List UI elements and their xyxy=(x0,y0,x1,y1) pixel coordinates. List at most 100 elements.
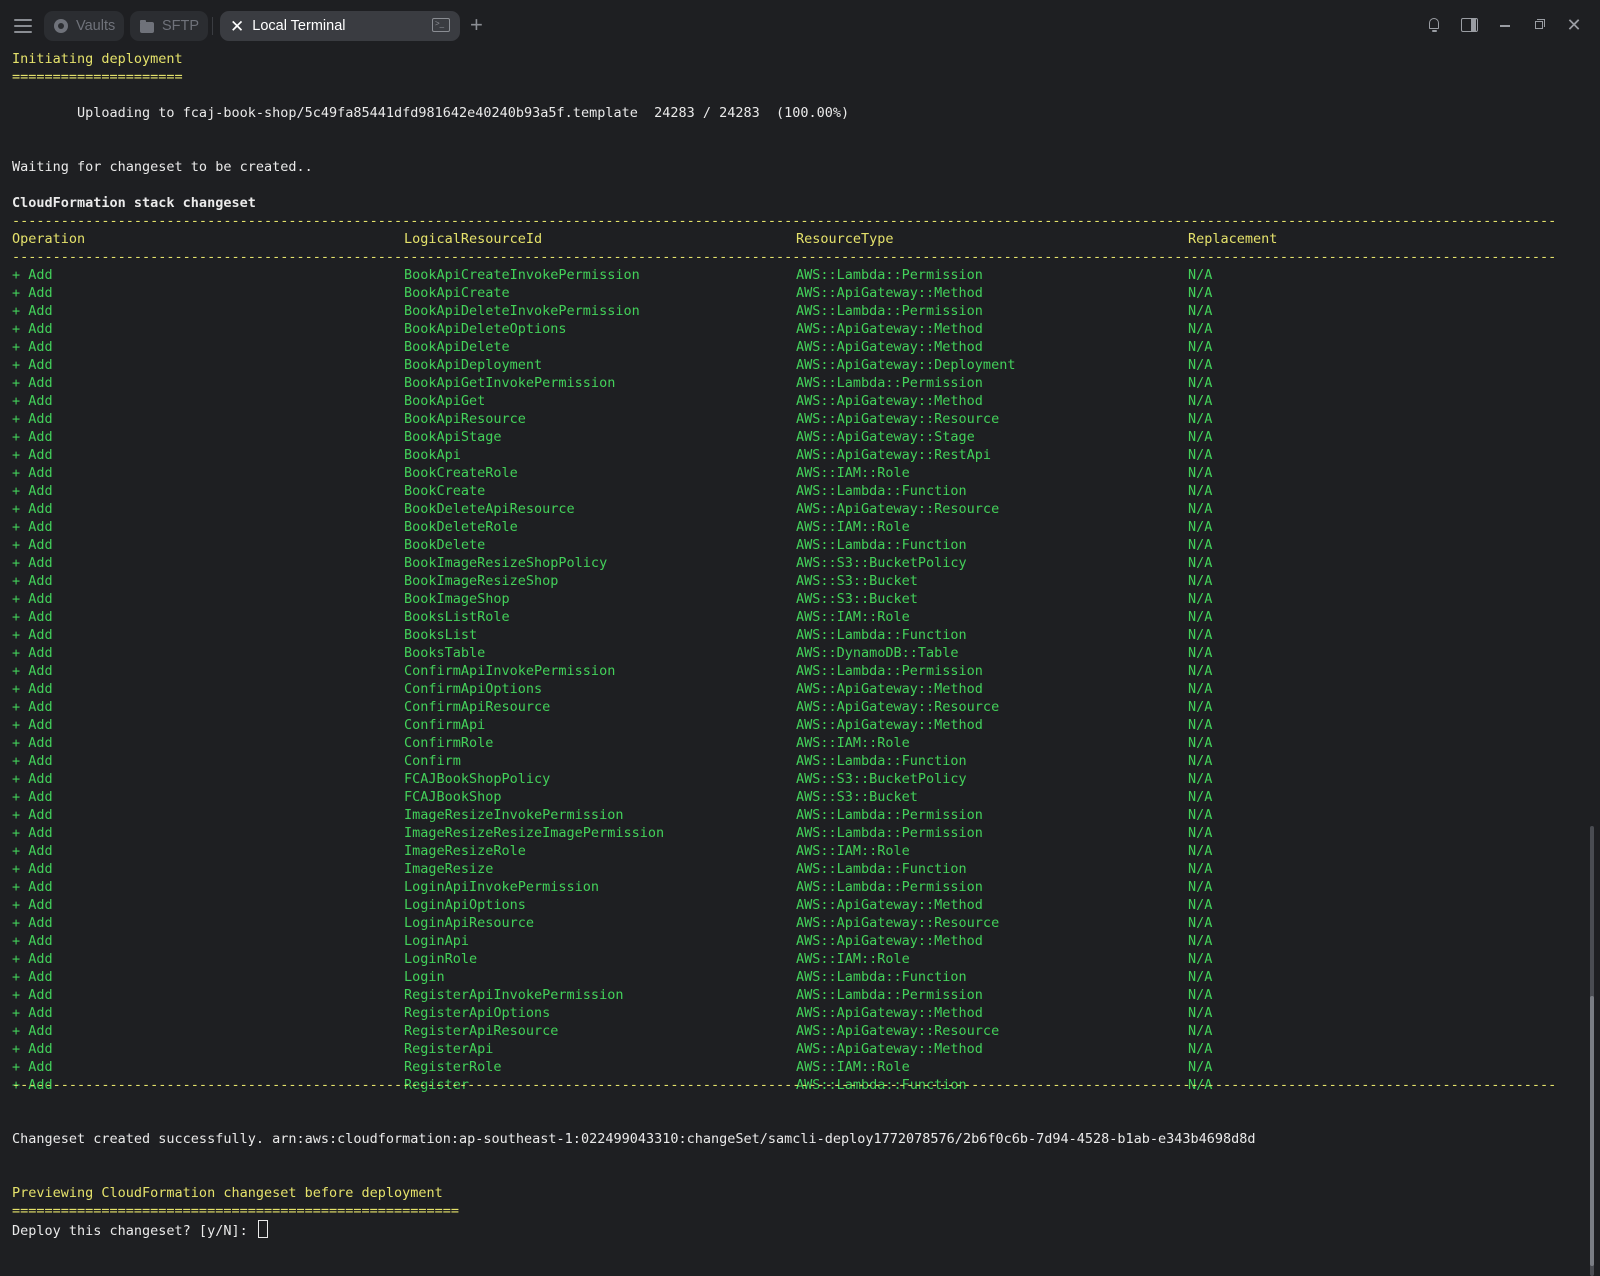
hamburger-menu-icon[interactable] xyxy=(14,16,32,34)
row-logical-resource-id: BooksList xyxy=(404,627,478,643)
row-logical-resource-id: Login xyxy=(404,969,445,985)
row-resource-type: AWS::Lambda::Function xyxy=(796,969,967,985)
terminal-cursor[interactable] xyxy=(257,1220,268,1238)
row-operation: + Add xyxy=(12,645,53,661)
row-logical-resource-id: BookApi xyxy=(404,447,461,463)
row-resource-type: AWS::ApiGateway::Method xyxy=(796,393,983,409)
row-operation: + Add xyxy=(12,375,53,391)
row-resource-type: AWS::Lambda::Function xyxy=(796,627,967,643)
row-logical-resource-id: BookImageResizeShop xyxy=(404,573,559,589)
row-replacement: N/A xyxy=(1188,987,1213,1003)
minimize-icon[interactable] xyxy=(1495,15,1515,35)
row-resource-type: AWS::S3::BucketPolicy xyxy=(796,555,967,571)
row-resource-type: AWS::S3::Bucket xyxy=(796,789,918,805)
row-operation: + Add xyxy=(12,753,53,769)
row-operation: + Add xyxy=(12,627,53,643)
row-operation: + Add xyxy=(12,1005,53,1021)
row-replacement: N/A xyxy=(1188,1005,1213,1021)
row-resource-type: AWS::DynamoDB::Table xyxy=(796,645,959,661)
row-resource-type: AWS::Lambda::Function xyxy=(796,861,967,877)
vault-icon xyxy=(54,19,68,33)
row-logical-resource-id: BookDeleteApiResource xyxy=(404,501,575,517)
tab-vaults[interactable]: Vaults xyxy=(44,11,124,41)
row-replacement: N/A xyxy=(1188,915,1213,931)
row-resource-type: AWS::S3::Bucket xyxy=(796,573,918,589)
row-replacement: N/A xyxy=(1188,285,1213,301)
changeset-created-message: Changeset created successfully. arn:aws:… xyxy=(12,1131,1256,1147)
row-replacement: N/A xyxy=(1188,807,1213,823)
row-operation: + Add xyxy=(12,933,53,949)
row-replacement: N/A xyxy=(1188,1023,1213,1039)
row-operation: + Add xyxy=(12,681,53,697)
row-logical-resource-id: BookCreateRole xyxy=(404,465,518,481)
row-logical-resource-id: LoginApi xyxy=(404,933,470,949)
folder-icon xyxy=(140,19,154,33)
close-window-icon[interactable]: ✕ xyxy=(1564,15,1584,35)
side-panel-icon[interactable] xyxy=(1460,15,1480,35)
row-resource-type: AWS::ApiGateway::Method xyxy=(796,321,983,337)
row-resource-type: AWS::IAM::Role xyxy=(796,519,910,535)
row-logical-resource-id: FCAJBookShopPolicy xyxy=(404,771,551,787)
row-operation: + Add xyxy=(12,897,53,913)
row-logical-resource-id: RegisterApiInvokePermission xyxy=(404,987,624,1003)
row-replacement: N/A xyxy=(1188,1059,1213,1075)
row-resource-type: AWS::ApiGateway::Stage xyxy=(796,429,975,445)
row-operation: + Add xyxy=(12,573,53,589)
row-logical-resource-id: BookApiDelete xyxy=(404,339,510,355)
row-operation: + Add xyxy=(12,825,53,841)
row-resource-type: AWS::ApiGateway::Deployment xyxy=(796,357,1016,373)
tab-sftp-label: SFTP xyxy=(162,18,200,34)
row-logical-resource-id: ImageResizeInvokePermission xyxy=(404,807,624,823)
restore-icon[interactable] xyxy=(1530,15,1550,35)
row-logical-resource-id: ConfirmApiResource xyxy=(404,699,551,715)
terminal-icon: >_ xyxy=(432,18,450,32)
row-logical-resource-id: ConfirmRole xyxy=(404,735,494,751)
row-operation: + Add xyxy=(12,843,53,859)
row-replacement: N/A xyxy=(1188,303,1213,319)
row-replacement: N/A xyxy=(1188,267,1213,283)
close-tab-icon[interactable]: ✕ xyxy=(230,18,244,35)
row-replacement: N/A xyxy=(1188,627,1213,643)
row-resource-type: AWS::ApiGateway::Method xyxy=(796,897,983,913)
row-logical-resource-id: BookApiResource xyxy=(404,411,526,427)
deploy-prompt-line[interactable]: Deploy this changeset? [y/N]: xyxy=(12,1220,268,1240)
row-resource-type: AWS::IAM::Role xyxy=(796,951,910,967)
row-operation: + Add xyxy=(12,969,53,985)
row-logical-resource-id: RegisterApi xyxy=(404,1041,494,1057)
initiating-heading: Initiating deployment xyxy=(12,51,183,67)
row-resource-type: AWS::ApiGateway::Resource xyxy=(796,699,1000,715)
row-replacement: N/A xyxy=(1188,753,1213,769)
row-operation: + Add xyxy=(12,393,53,409)
header-resource-type: ResourceType xyxy=(796,231,894,247)
row-operation: + Add xyxy=(12,591,53,607)
row-operation: + Add xyxy=(12,951,53,967)
row-replacement: N/A xyxy=(1188,771,1213,787)
row-resource-type: AWS::ApiGateway::Resource xyxy=(796,1023,1000,1039)
row-logical-resource-id: LoginRole xyxy=(404,951,478,967)
terminal-output[interactable]: Initiating deployment ==================… xyxy=(0,50,1590,1276)
title-bar: Vaults SFTP ✕ Local Terminal >_ + ✕ xyxy=(0,0,1600,50)
row-operation: + Add xyxy=(12,555,53,571)
row-replacement: N/A xyxy=(1188,519,1213,535)
notification-bell-icon[interactable] xyxy=(1425,15,1445,35)
header-logical-resource-id: LogicalResourceId xyxy=(404,231,543,247)
row-logical-resource-id: ConfirmApiInvokePermission xyxy=(404,663,616,679)
row-operation: + Add xyxy=(12,699,53,715)
scrollbar-thumb[interactable] xyxy=(1590,996,1594,1266)
row-resource-type: AWS::ApiGateway::Method xyxy=(796,285,983,301)
row-resource-type: AWS::Lambda::Permission xyxy=(796,267,983,283)
tab-local-terminal[interactable]: ✕ Local Terminal >_ xyxy=(220,11,460,41)
new-tab-plus-icon[interactable]: + xyxy=(470,12,483,38)
row-resource-type: AWS::ApiGateway::Method xyxy=(796,1005,983,1021)
row-resource-type: AWS::ApiGateway::Method xyxy=(796,681,983,697)
row-logical-resource-id: ImageResizeRole xyxy=(404,843,526,859)
row-operation: + Add xyxy=(12,321,53,337)
tab-sftp[interactable]: SFTP xyxy=(130,11,208,41)
row-logical-resource-id: BookDelete xyxy=(404,537,486,553)
row-operation: + Add xyxy=(12,1059,53,1075)
row-logical-resource-id: BookDeleteRole xyxy=(404,519,518,535)
row-logical-resource-id: Confirm xyxy=(404,753,461,769)
waiting-message: Waiting for changeset to be created.. xyxy=(12,159,313,175)
row-operation: + Add xyxy=(12,267,53,283)
row-operation: + Add xyxy=(12,339,53,355)
